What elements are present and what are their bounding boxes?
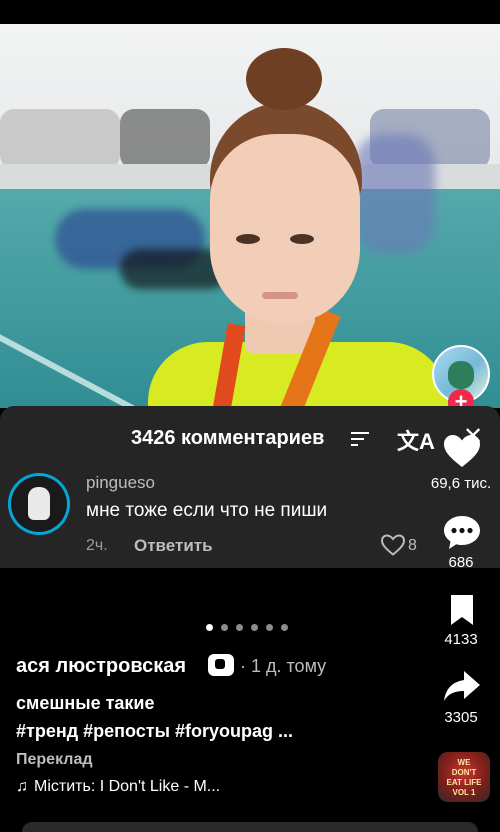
girl-lips: [262, 292, 298, 299]
comment-count: 686: [448, 554, 474, 571]
status-bar: [0, 0, 500, 24]
music-label[interactable]: ♫ Містить: I Don't Like - M...: [16, 778, 220, 796]
carousel-dot[interactable]: [281, 624, 288, 631]
blurred-child: [355, 134, 435, 254]
save-button[interactable]: [441, 592, 483, 633]
background-bags: [120, 109, 210, 169]
post-hashtags[interactable]: #тренд #репосты #foryoupag ...: [16, 721, 293, 742]
save-count: 4133: [444, 631, 478, 648]
album-art-text: VOL 1: [452, 788, 476, 797]
like-button[interactable]: [441, 432, 483, 475]
share-button[interactable]: [441, 668, 483, 709]
carousel-dot[interactable]: [266, 624, 273, 631]
reply-button[interactable]: Ответить: [134, 536, 213, 556]
music-note-icon: ♫: [16, 778, 28, 795]
bookmark-icon: [451, 595, 473, 625]
comment-time: 2ч.: [86, 537, 108, 554]
carousel-dot[interactable]: [206, 624, 213, 631]
share-icon: [444, 671, 480, 701]
music-title: Містить: I Don't Like - M...: [34, 778, 221, 795]
comment-like-count: 8: [408, 537, 417, 554]
music-disc[interactable]: WE DON'T EAT LIFE VOL 1: [438, 752, 490, 802]
post-caption: смешные такие: [16, 693, 155, 713]
album-art-text: WE: [457, 758, 471, 767]
carousel-dot[interactable]: [236, 624, 243, 631]
hand-icon: [28, 487, 50, 520]
comment-text: мне тоже если что не пиши: [86, 500, 328, 521]
avatar-figure: [448, 361, 474, 389]
comment-icon: [444, 516, 480, 549]
heart-icon: [444, 435, 480, 467]
album-art-text: EAT LIFE: [446, 778, 482, 787]
comments-count-title: 3426 комментариев: [131, 427, 325, 449]
girl-eye: [236, 234, 260, 244]
sort-icon[interactable]: [351, 432, 369, 446]
girl-eye: [290, 234, 314, 244]
like-count: 69,6 тис.: [430, 475, 492, 492]
comment-button[interactable]: [441, 512, 483, 557]
girl-hair-bun: [246, 48, 322, 110]
carousel-indicator: [206, 624, 288, 631]
comment-heart-icon[interactable]: [380, 533, 406, 562]
share-count: 3305: [444, 709, 478, 726]
comment-username[interactable]: pingueso: [86, 473, 155, 493]
photo-mode-icon: [208, 654, 234, 676]
translate-link[interactable]: Переклад: [16, 751, 93, 769]
bottom-bar: [22, 822, 478, 832]
author-name[interactable]: ася люстровская: [16, 655, 186, 678]
album-art-text: DON'T: [451, 768, 477, 777]
carousel-dot[interactable]: [221, 624, 228, 631]
commenter-avatar[interactable]: [8, 473, 70, 535]
background-bags: [0, 109, 120, 169]
carousel-dot[interactable]: [251, 624, 258, 631]
video-frame[interactable]: [0, 24, 500, 408]
translate-icon[interactable]: 文A: [397, 424, 435, 456]
post-time: · 1 д. тому: [240, 656, 327, 676]
